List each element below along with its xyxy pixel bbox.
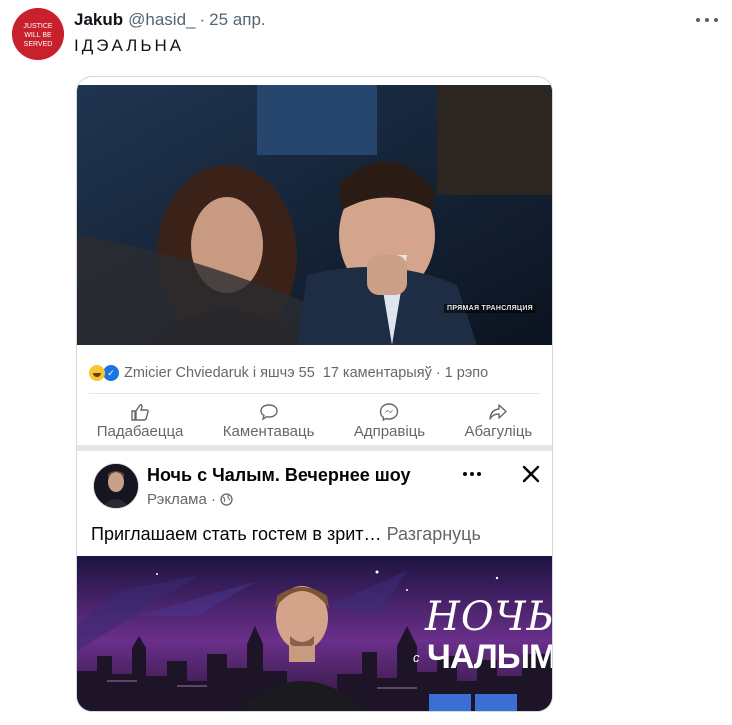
show-logo-mid: с (413, 650, 420, 665)
close-icon[interactable] (520, 463, 542, 485)
send-label: Адправіць (353, 422, 426, 440)
avatar-text-2: WILL BE (24, 32, 52, 39)
ad-more-icon[interactable] (463, 471, 481, 477)
like-icon (131, 403, 149, 421)
feed-separator (77, 445, 552, 451)
post-actions: Падабаецца Каментаваць Адправіць Абагулі… (77, 399, 552, 443)
messenger-icon (380, 402, 399, 421)
like-button[interactable]: Падабаецца (96, 403, 184, 440)
ad-page-avatar[interactable] (93, 463, 139, 509)
share-button[interactable]: Абагуліць (464, 403, 533, 440)
tweet-header: Jakub @hasid_ · 25 апр. (74, 8, 712, 32)
ad-body-text: Приглашаем стать гостем в зрит… (91, 524, 382, 544)
show-logo-top: НОЧЬ (425, 594, 553, 640)
comments-count[interactable]: 17 каментарыяў (323, 365, 432, 381)
more-options-icon[interactable] (696, 10, 718, 30)
ad-sponsored-line: Рэклама · (147, 491, 233, 508)
shares-count[interactable]: 1 рэпо (445, 365, 488, 381)
stats-dot: · (435, 365, 441, 381)
avatar-text-1: JUSTICE (23, 23, 53, 30)
reactions-row[interactable]: ✓ Zmicier Chviedaruk і яшчэ 55 17 камент… (89, 361, 552, 385)
send-button[interactable]: Адправіць (353, 402, 426, 440)
reaction-icons: ✓ (89, 364, 120, 382)
author-name[interactable]: Jakub (74, 10, 123, 30)
post-divider (89, 393, 540, 394)
sponsored-label: Рэклама · (147, 491, 216, 508)
show-logo-bottom: ЧАЛЫМ (427, 638, 553, 676)
video-frame[interactable]: ПРЯМАЯ ТРАНСЛЯЦИЯ (77, 85, 552, 345)
reactors-text[interactable]: Zmicier Chviedaruk і яшчэ 55 (124, 365, 315, 381)
share-icon (489, 403, 508, 420)
tweet-media[interactable]: ПРЯМАЯ ТРАНСЛЯЦИЯ ✓ Zmicier Chviedaruk і… (76, 76, 553, 712)
header-dot: · (199, 10, 206, 29)
see-more-link[interactable]: Разгарнуць (387, 524, 481, 544)
avatar[interactable]: JUSTICE WILL BE SERVED (12, 8, 64, 60)
live-tag: ПРЯМАЯ ТРАНСЛЯЦИЯ (444, 304, 536, 313)
ad-page-title[interactable]: Ночь с Чалым. Вечернее шоу (147, 465, 411, 486)
tweet-text: ІДЭАЛЬНА (74, 36, 185, 55)
globe-icon (220, 493, 233, 506)
ad-text: Приглашаем стать гостем в зрит… Разгарну… (91, 524, 481, 545)
comment-icon (259, 403, 278, 420)
comment-label: Каментаваць (222, 422, 315, 440)
avatar-image: JUSTICE WILL BE SERVED (12, 8, 64, 60)
tweet-date[interactable]: 25 апр. (209, 10, 265, 30)
author-handle[interactable]: @hasid_ (128, 10, 195, 30)
avatar-text-3: SERVED (24, 41, 53, 48)
comment-button[interactable]: Каментаваць (222, 403, 315, 440)
like-label: Падабаецца (96, 422, 184, 440)
ad-avatar-image (94, 464, 138, 508)
haha-reaction-icon (89, 365, 105, 381)
share-label: Абагуліць (464, 422, 533, 440)
